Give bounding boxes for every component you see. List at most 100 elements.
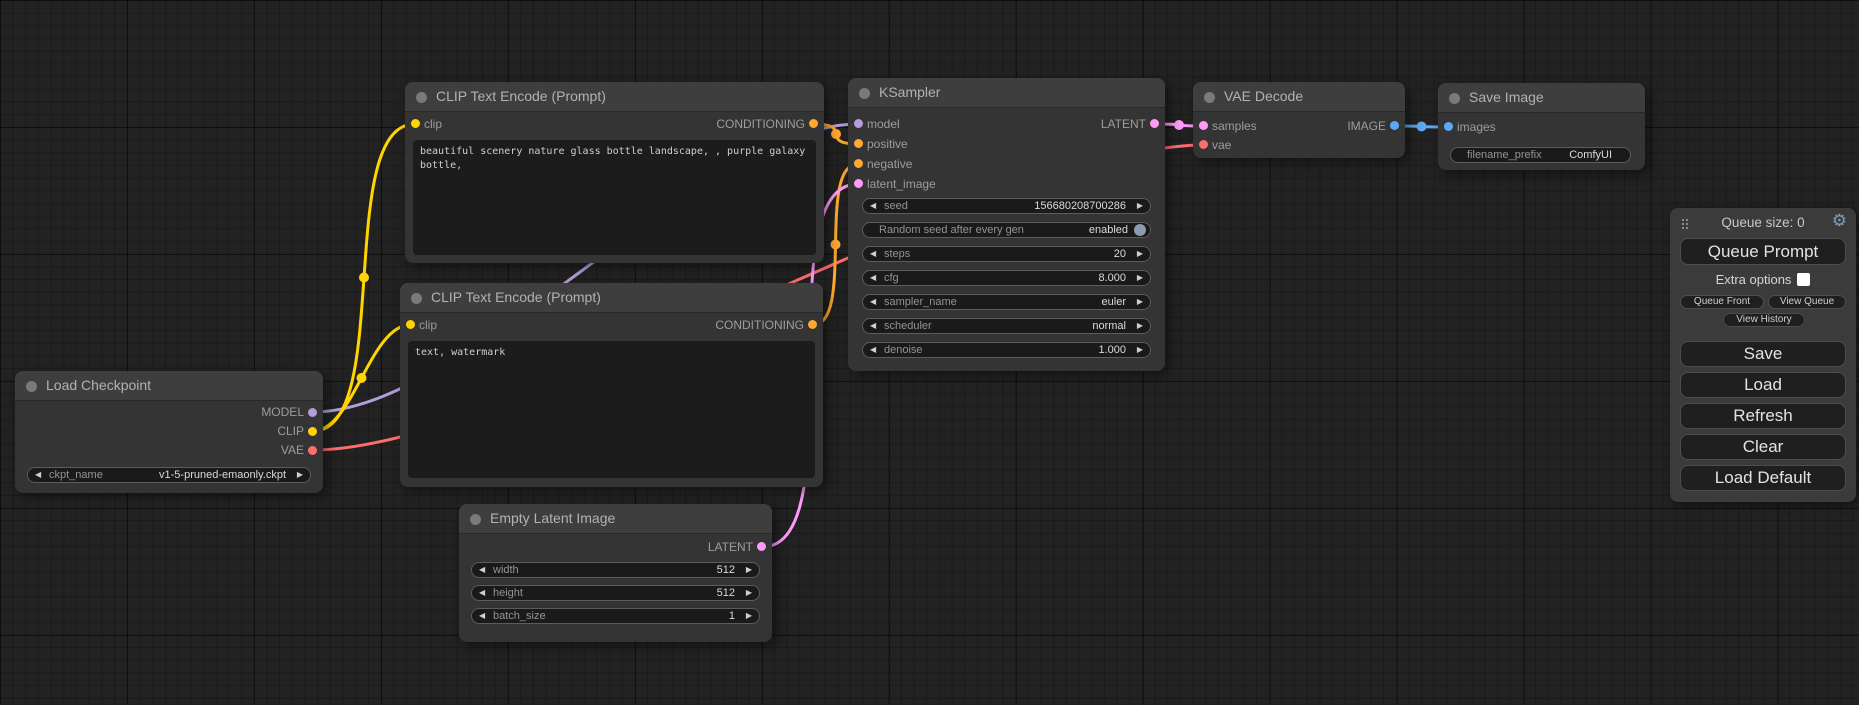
port-negative-input[interactable] xyxy=(854,159,863,168)
port-clip-input[interactable] xyxy=(406,320,415,329)
port-conditioning-output[interactable] xyxy=(808,320,817,329)
port-latent-image-input[interactable] xyxy=(854,179,863,188)
filename-prefix-widget[interactable]: filename_prefix ComfyUI xyxy=(1450,147,1631,163)
queue-front-button[interactable]: Queue Front xyxy=(1680,295,1764,309)
decrement-arrow-icon[interactable]: ◀ xyxy=(870,343,876,357)
save-button[interactable]: Save xyxy=(1680,341,1846,367)
output-label-image: IMAGE xyxy=(1293,118,1386,134)
view-queue-button[interactable]: View Queue xyxy=(1768,295,1846,309)
toggle-knob-icon[interactable] xyxy=(1134,224,1146,236)
port-positive-input[interactable] xyxy=(854,139,863,148)
collapse-dot-icon[interactable] xyxy=(1204,92,1215,103)
increment-arrow-icon[interactable]: ▶ xyxy=(1137,247,1143,261)
increment-arrow-icon[interactable]: ▶ xyxy=(746,586,752,600)
increment-arrow-icon[interactable]: ▶ xyxy=(746,563,752,577)
collapse-dot-icon[interactable] xyxy=(26,381,37,392)
batch-size-widget[interactable]: ◀ batch_size 1 ▶ xyxy=(471,608,760,624)
clear-button[interactable]: Clear xyxy=(1680,434,1846,460)
increment-arrow-icon[interactable]: ▶ xyxy=(297,468,303,482)
output-label-model: MODEL xyxy=(115,404,304,420)
node-empty-latent-image[interactable]: Empty Latent Image LATENT ◀ width 512 ▶ … xyxy=(459,504,772,642)
collapse-dot-icon[interactable] xyxy=(416,92,427,103)
port-clip-input[interactable] xyxy=(411,119,420,128)
cfg-widget[interactable]: ◀ cfg 8.000 ▶ xyxy=(862,270,1151,286)
sampler-name-widget[interactable]: ◀ sampler_name euler ▶ xyxy=(862,294,1151,310)
increment-arrow-icon[interactable]: ▶ xyxy=(1137,295,1143,309)
port-latent-output[interactable] xyxy=(1150,119,1159,128)
link-clip-positive-midpoint-dot[interactable] xyxy=(359,273,369,283)
scheduler-widget[interactable]: ◀ scheduler normal ▶ xyxy=(862,318,1151,334)
graph-canvas[interactable]: Load Checkpoint MODEL CLIP VAE ◀ ckpt_na… xyxy=(0,0,1859,705)
node-load-checkpoint[interactable]: Load Checkpoint MODEL CLIP VAE ◀ ckpt_na… xyxy=(15,371,323,493)
decrement-arrow-icon[interactable]: ◀ xyxy=(870,271,876,285)
decrement-arrow-icon[interactable]: ◀ xyxy=(870,295,876,309)
random-seed-toggle[interactable]: Random seed after every gen enabled xyxy=(862,222,1151,238)
queue-prompt-button[interactable]: Queue Prompt xyxy=(1680,238,1846,265)
node-save-image[interactable]: Save Image images filename_prefix ComfyU… xyxy=(1438,83,1645,170)
port-image-output[interactable] xyxy=(1390,121,1399,130)
link-cond-negative-midpoint-dot[interactable] xyxy=(831,240,841,250)
port-latent-output[interactable] xyxy=(757,542,766,551)
decrement-arrow-icon[interactable]: ◀ xyxy=(870,247,876,261)
port-samples-input[interactable] xyxy=(1199,121,1208,130)
output-label-conditioning: CONDITIONING xyxy=(600,317,804,333)
link-clip-negative-midpoint-dot[interactable] xyxy=(357,373,367,383)
decrement-arrow-icon[interactable]: ◀ xyxy=(35,468,41,482)
decrement-arrow-icon[interactable]: ◀ xyxy=(479,586,485,600)
prompt-textarea[interactable]: text, watermark xyxy=(408,341,815,478)
increment-arrow-icon[interactable]: ▶ xyxy=(746,609,752,623)
width-widget[interactable]: ◀ width 512 ▶ xyxy=(471,562,760,578)
link-cond-positive-midpoint-dot[interactable] xyxy=(831,129,841,139)
node-title-bar[interactable]: CLIP Text Encode (Prompt) xyxy=(405,82,824,112)
node-ksampler[interactable]: KSampler model positive negative latent_… xyxy=(848,78,1165,371)
node-clip-text-encode-negative[interactable]: CLIP Text Encode (Prompt) clip CONDITION… xyxy=(400,283,823,487)
input-label-negative: negative xyxy=(867,156,912,172)
node-title-bar[interactable]: Empty Latent Image xyxy=(459,504,772,534)
node-title-bar[interactable]: Load Checkpoint xyxy=(15,371,323,401)
link-image-midpoint-dot[interactable] xyxy=(1417,122,1427,132)
decrement-arrow-icon[interactable]: ◀ xyxy=(479,609,485,623)
port-model-output[interactable] xyxy=(308,408,317,417)
widget-value: v1-5-pruned-emaonly.ckpt xyxy=(159,468,286,482)
ckpt-name-widget[interactable]: ◀ ckpt_name v1-5-pruned-emaonly.ckpt ▶ xyxy=(27,467,311,483)
node-title-bar[interactable]: VAE Decode xyxy=(1193,82,1405,112)
node-clip-text-encode-positive[interactable]: CLIP Text Encode (Prompt) clip CONDITION… xyxy=(405,82,824,263)
decrement-arrow-icon[interactable]: ◀ xyxy=(870,319,876,333)
steps-widget[interactable]: ◀ steps 20 ▶ xyxy=(862,246,1151,262)
increment-arrow-icon[interactable]: ▶ xyxy=(1137,343,1143,357)
node-vae-decode[interactable]: VAE Decode samples IMAGE vae xyxy=(1193,82,1405,158)
port-vae-output[interactable] xyxy=(308,446,317,455)
prompt-textarea[interactable]: beautiful scenery nature glass bottle la… xyxy=(413,140,816,255)
seed-widget[interactable]: ◀ seed 156680208700286 ▶ xyxy=(862,198,1151,214)
port-clip-output[interactable] xyxy=(308,427,317,436)
increment-arrow-icon[interactable]: ▶ xyxy=(1137,199,1143,213)
view-history-button[interactable]: View History xyxy=(1723,313,1805,327)
increment-arrow-icon[interactable]: ▶ xyxy=(1137,319,1143,333)
port-vae-input[interactable] xyxy=(1199,140,1208,149)
extra-options-checkbox[interactable] xyxy=(1797,273,1810,286)
collapse-dot-icon[interactable] xyxy=(411,293,422,304)
decrement-arrow-icon[interactable]: ◀ xyxy=(870,199,876,213)
refresh-button[interactable]: Refresh xyxy=(1680,403,1846,429)
collapse-dot-icon[interactable] xyxy=(1449,93,1460,104)
settings-gear-icon[interactable]: ⚙ xyxy=(1832,211,1847,231)
load-button[interactable]: Load xyxy=(1680,372,1846,398)
node-title: Load Checkpoint xyxy=(46,371,151,400)
collapse-dot-icon[interactable] xyxy=(859,88,870,99)
widget-value: 1 xyxy=(729,609,735,623)
denoise-widget[interactable]: ◀ denoise 1.000 ▶ xyxy=(862,342,1151,358)
decrement-arrow-icon[interactable]: ◀ xyxy=(479,563,485,577)
height-widget[interactable]: ◀ height 512 ▶ xyxy=(471,585,760,601)
link-latent-samples-midpoint-dot[interactable] xyxy=(1174,120,1184,130)
collapse-dot-icon[interactable] xyxy=(470,514,481,525)
port-model-input[interactable] xyxy=(854,119,863,128)
node-title-bar[interactable]: Save Image xyxy=(1438,83,1645,113)
increment-arrow-icon[interactable]: ▶ xyxy=(1137,271,1143,285)
node-title-bar[interactable]: KSampler xyxy=(848,78,1165,108)
node-title: CLIP Text Encode (Prompt) xyxy=(436,82,606,111)
port-images-input[interactable] xyxy=(1444,122,1453,131)
load-default-button[interactable]: Load Default xyxy=(1680,465,1846,491)
queue-menu-panel[interactable]: Queue size: 0 ⚙ Queue Prompt Extra optio… xyxy=(1670,208,1856,502)
node-title-bar[interactable]: CLIP Text Encode (Prompt) xyxy=(400,283,823,313)
port-conditioning-output[interactable] xyxy=(809,119,818,128)
